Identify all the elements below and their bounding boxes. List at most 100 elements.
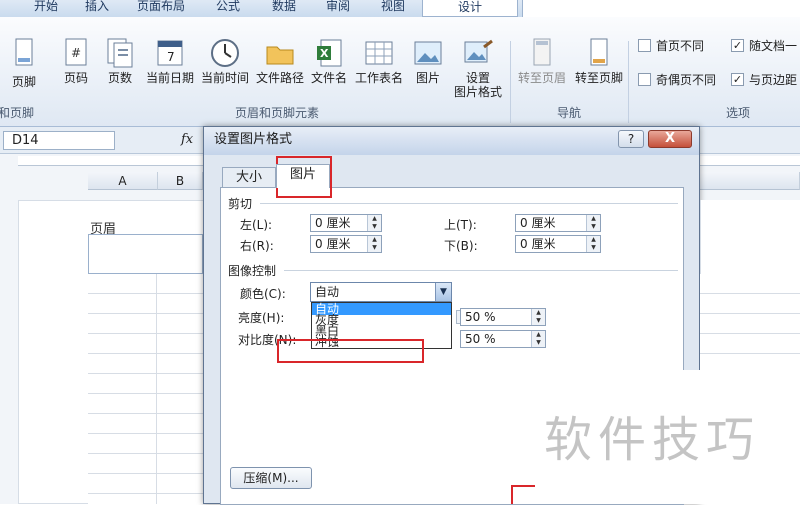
footer-label: 页脚 (11, 75, 36, 89)
svg-text:#: # (71, 46, 81, 60)
column-header-b[interactable]: B (158, 172, 203, 190)
name-box[interactable]: D14 (3, 131, 115, 150)
column-header[interactable] (700, 172, 800, 190)
grid-line (156, 274, 157, 504)
format-picture-icon (462, 37, 494, 69)
footer-icon (8, 37, 40, 69)
odd-even-different-label: 奇偶页不同 (656, 73, 717, 87)
file-path-label: 文件路径 (255, 71, 304, 85)
color-label: 颜色(C): (240, 287, 286, 301)
image-control-section-title: 图像控制 (228, 264, 277, 278)
crop-bottom-value: 0 厘米 (520, 237, 556, 251)
group-label-options: 选项 (726, 106, 751, 120)
crop-bottom-label: 下(B): (444, 239, 478, 253)
cell-grid[interactable] (700, 274, 800, 370)
svg-text:7: 7 (167, 50, 175, 64)
file-name-button[interactable]: X 文件名 (308, 37, 350, 85)
spinner-arrows-icon[interactable]: ▲ ▼ (531, 331, 545, 347)
tab-formulas[interactable]: 公式 (216, 0, 240, 14)
align-with-margins-checkbox[interactable]: ✓ (731, 73, 744, 86)
crop-section-title: 剪切 (228, 197, 253, 211)
tab-review[interactable]: 审阅 (326, 0, 350, 14)
current-time-button[interactable]: 当前时间 (198, 37, 252, 85)
section-divider (284, 270, 678, 271)
group-label-elements: 页眉和页脚元素 (235, 106, 320, 120)
contrast-value: 50 % (465, 332, 496, 346)
page-number-button[interactable]: # 页码 (58, 37, 94, 85)
ribbon-tab-extension (522, 0, 800, 17)
goto-footer-button[interactable]: 转至页脚 (571, 37, 627, 85)
current-date-button[interactable]: 7 当前日期 (142, 37, 198, 85)
ribbon: 页脚 # 页码 页数 7 当前日期 当前时间 文件路径 X 文件名 工作表名 图… (0, 17, 800, 127)
page-count-button[interactable]: 页数 (102, 37, 138, 85)
picture-label: 图片 (415, 71, 440, 85)
current-time-label: 当前时间 (200, 71, 249, 85)
page-count-icon (104, 37, 136, 69)
cell-grid[interactable] (88, 274, 203, 504)
tab-design[interactable]: 设计 (422, 0, 518, 17)
crop-left-input[interactable]: 0 厘米 ▲ ▼ (310, 214, 382, 232)
brightness-input[interactable]: 50 % ▲ ▼ (460, 308, 546, 326)
format-picture-button[interactable]: 设置 图片格式 (450, 37, 506, 99)
crop-left-label: 左(L): (240, 218, 273, 232)
scale-with-document-label: 随文档一 (749, 39, 798, 53)
tab-picture[interactable]: 图片 (276, 164, 330, 188)
goto-footer-icon (583, 37, 615, 69)
function-icon[interactable]: fx (181, 132, 193, 147)
file-path-button[interactable]: 文件路径 (253, 37, 307, 85)
highlight-box (511, 485, 535, 504)
compress-button[interactable]: 压缩(M)... (230, 467, 312, 489)
svg-text:X: X (320, 47, 329, 60)
scale-with-document-checkbox[interactable]: ✓ (731, 39, 744, 52)
page-number-icon: # (60, 37, 92, 69)
color-select-value: 自动 (315, 285, 340, 299)
crop-bottom-input[interactable]: 0 厘米 ▲ ▼ (515, 235, 601, 253)
group-label-header-footer: 和页脚 (0, 106, 35, 120)
close-button[interactable]: X (648, 130, 692, 148)
page-number-label: 页码 (63, 71, 88, 85)
tab-home[interactable]: 开始 (34, 0, 58, 14)
group-label-navigation: 导航 (557, 106, 582, 120)
align-with-margins-label: 与页边距 (749, 73, 798, 87)
calendar-icon: 7 (154, 37, 186, 69)
spinner-arrows-icon[interactable]: ▲ ▼ (531, 309, 545, 325)
tab-insert[interactable]: 插入 (85, 0, 109, 14)
brightness-label: 亮度(H): (238, 311, 285, 325)
color-select[interactable]: 自动 ▼ (310, 282, 452, 302)
crop-left-value: 0 厘米 (315, 216, 351, 230)
odd-even-different-checkbox[interactable] (638, 73, 651, 86)
column-header-a[interactable]: A (88, 172, 158, 190)
picture-icon (412, 37, 444, 69)
picture-button[interactable]: 图片 (410, 37, 446, 85)
crop-right-input[interactable]: 0 厘米 ▲ ▼ (310, 235, 382, 253)
section-divider (260, 203, 678, 204)
current-date-label: 当前日期 (145, 71, 194, 85)
goto-header-button[interactable]: 转至页眉 (514, 37, 570, 85)
tab-view[interactable]: 视图 (381, 0, 405, 14)
spinner-arrows-icon[interactable]: ▲ ▼ (586, 236, 600, 252)
crop-right-label: 右(R): (240, 239, 274, 253)
tab-size[interactable]: 大小 (222, 167, 276, 189)
spinner-arrows-icon[interactable]: ▲ ▼ (367, 236, 381, 252)
file-name-label: 文件名 (310, 71, 347, 85)
clock-icon (209, 37, 241, 69)
crop-top-label: 上(T): (444, 218, 477, 232)
header-section[interactable] (88, 234, 203, 274)
spinner-arrows-icon[interactable]: ▲ ▼ (367, 215, 381, 231)
crop-top-input[interactable]: 0 厘米 ▲ ▼ (515, 214, 601, 232)
help-button[interactable]: ? (618, 130, 644, 148)
spinner-arrows-icon[interactable]: ▲ ▼ (586, 215, 600, 231)
brightness-value: 50 % (465, 310, 496, 324)
page-count-label: 页数 (107, 71, 132, 85)
tab-data[interactable]: 数据 (272, 0, 296, 14)
sheet-name-label: 工作表名 (354, 71, 403, 85)
contrast-input[interactable]: 50 % ▲ ▼ (460, 330, 546, 348)
sheet-name-button[interactable]: 工作表名 (352, 37, 406, 85)
format-picture-label-2: 图片格式 (453, 85, 502, 99)
chevron-down-icon[interactable]: ▼ (435, 283, 451, 301)
watermark: 软件技巧 (544, 412, 761, 468)
first-page-different-checkbox[interactable] (638, 39, 651, 52)
footer-button[interactable]: 页脚 (6, 37, 42, 89)
tab-page-layout[interactable]: 页面布局 (137, 0, 185, 14)
goto-footer-label: 转至页脚 (574, 71, 623, 85)
